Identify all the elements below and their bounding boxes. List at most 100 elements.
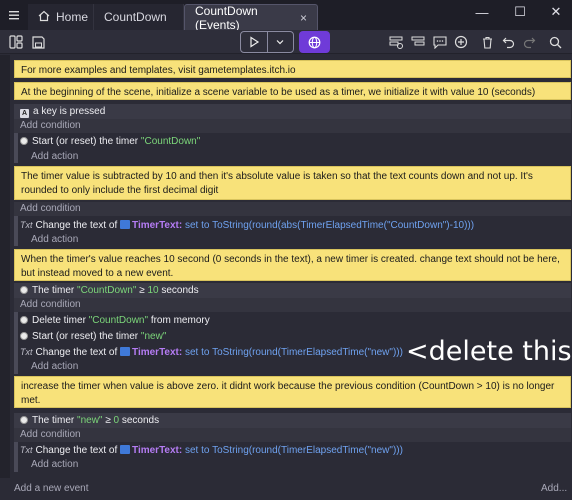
add-condition-area <box>14 119 571 133</box>
comparison-operator: ≥ <box>105 415 111 426</box>
undo-icon <box>502 37 514 48</box>
condition-text: The timer <box>32 285 75 296</box>
action-rail <box>14 216 18 246</box>
timer-name: "new" <box>77 415 103 426</box>
layout-panels-button[interactable] <box>6 32 26 52</box>
comparison-operator: ≥ <box>139 285 145 296</box>
event-condition-row[interactable]: The timer "CountDown" ≥ 10 seconds <box>14 283 571 298</box>
expression-text: ToString(round(TimerElapsedTime("new"))) <box>212 347 403 358</box>
minimize-icon: — <box>475 4 489 20</box>
add-condition-area <box>14 428 571 442</box>
comment[interactable]: At the beginning of the scene, initializ… <box>14 82 571 100</box>
text-instruction-icon: Txt <box>20 220 33 230</box>
layout-panels-icon <box>9 35 23 49</box>
add-action-link[interactable]: Add action <box>31 150 78 164</box>
comment[interactable]: When the timer's value reaches 10 second… <box>14 249 571 281</box>
timer-icon <box>20 286 28 294</box>
network-preview-button[interactable] <box>299 31 330 53</box>
preview-options-button[interactable] <box>268 32 294 52</box>
tab-label: CountDown <box>104 10 167 24</box>
timer-value: 0 <box>113 415 120 426</box>
add-more-button[interactable] <box>451 32 471 52</box>
timer-icon <box>20 416 28 424</box>
search-button[interactable] <box>545 32 565 52</box>
tab-label: Home <box>56 10 89 24</box>
add-action-link[interactable]: Add action <box>31 458 78 472</box>
tab-label: CountDown (Events) <box>195 3 258 32</box>
comment[interactable]: For more examples and templates, visit g… <box>14 60 571 78</box>
action-text: Change the text of <box>35 347 118 358</box>
expression-text: ToString(round(TimerElapsedTime("new"))) <box>212 445 403 456</box>
action-row[interactable]: Start (or reset) the timer "CountDown" <box>20 134 571 149</box>
key-icon: A <box>20 109 29 118</box>
comment[interactable]: The timer value is subtracted by 10 and … <box>14 166 571 200</box>
close-tab-icon[interactable]: × <box>300 11 307 25</box>
action-rail <box>14 133 18 163</box>
add-condition-link[interactable]: Add condition <box>20 202 81 216</box>
tab-countdown[interactable]: CountDown <box>94 4 184 30</box>
save-button[interactable] <box>28 32 48 52</box>
search-icon <box>549 36 561 48</box>
add-condition-link[interactable]: Add condition <box>20 428 81 442</box>
add-new-event-link[interactable]: Add a new event <box>14 482 89 496</box>
preview-button[interactable] <box>241 32 267 52</box>
globe-icon <box>308 36 321 48</box>
close-window-button[interactable]: ✕ <box>538 0 572 24</box>
object-name: TimerText: <box>132 445 183 456</box>
redo-button[interactable] <box>519 32 539 52</box>
text-object-icon <box>120 347 131 356</box>
menu-icon[interactable] <box>0 0 28 30</box>
action-text: Start (or reset) the timer <box>32 136 139 147</box>
save-icon <box>31 35 45 49</box>
maximize-button[interactable]: ☐ <box>502 0 538 24</box>
event-condition-row[interactable]: The timer "new" ≥ 0 seconds <box>14 413 571 428</box>
timer-icon <box>20 137 28 145</box>
comment-icon <box>433 36 447 49</box>
action-rail <box>14 312 18 374</box>
action-row[interactable]: Txt Change the text of TimerText: set to … <box>20 218 571 233</box>
add-condition-link[interactable]: Add condition <box>20 119 81 133</box>
add-condition-link[interactable]: Add condition <box>20 298 81 312</box>
action-text: Delete timer <box>32 315 86 326</box>
tab-home[interactable]: Home <box>28 4 94 30</box>
add-more-link[interactable]: Add... <box>541 482 567 496</box>
timer-name: "new" <box>140 331 167 342</box>
annotation-text: <delete this <box>406 336 572 367</box>
preview-group <box>240 31 294 53</box>
plus-circle-icon <box>454 35 468 49</box>
tab-countdown-events[interactable]: CountDown (Events) × <box>184 3 318 32</box>
add-comment-button[interactable] <box>430 32 450 52</box>
add-action-link[interactable]: Add action <box>31 360 78 374</box>
add-subevent-icon <box>411 36 425 46</box>
minimize-button[interactable]: — <box>464 0 500 24</box>
home-icon <box>38 10 50 25</box>
event-condition-row[interactable]: Aa key is pressed <box>14 104 571 119</box>
text-object-icon <box>120 220 131 229</box>
add-event-button[interactable] <box>386 32 406 52</box>
timer-name: "CountDown" <box>77 285 137 296</box>
condition-suffix: seconds <box>121 415 160 426</box>
close-icon: ✕ <box>550 4 562 19</box>
comment[interactable]: increase the timer when value is above z… <box>14 376 571 408</box>
action-row[interactable]: Txt Change the text of TimerText: set to … <box>20 443 571 458</box>
trash-icon <box>482 36 492 49</box>
condition-text: The timer <box>32 415 75 426</box>
timer-name: "CountDown" <box>140 136 201 147</box>
undo-button[interactable] <box>498 32 518 52</box>
condition-suffix: seconds <box>161 285 199 296</box>
action-row[interactable]: Delete timer "CountDown" from memory <box>20 313 571 328</box>
operator-text: set to <box>185 445 210 456</box>
redo-icon <box>523 37 535 48</box>
timer-value: 10 <box>147 285 159 296</box>
delete-button[interactable] <box>477 32 497 52</box>
add-action-link[interactable]: Add action <box>31 233 78 247</box>
expression-text: ToString(round(abs(TimerElapsedTime("Cou… <box>212 220 475 231</box>
action-text: Change the text of <box>35 220 118 231</box>
add-subevent-button[interactable] <box>408 32 428 52</box>
chevron-down-icon <box>276 40 284 45</box>
timer-icon <box>20 316 28 324</box>
action-suffix: from memory <box>150 315 210 326</box>
text-object-icon <box>120 445 131 454</box>
action-rail <box>14 442 18 472</box>
events-left-rail <box>0 55 10 500</box>
